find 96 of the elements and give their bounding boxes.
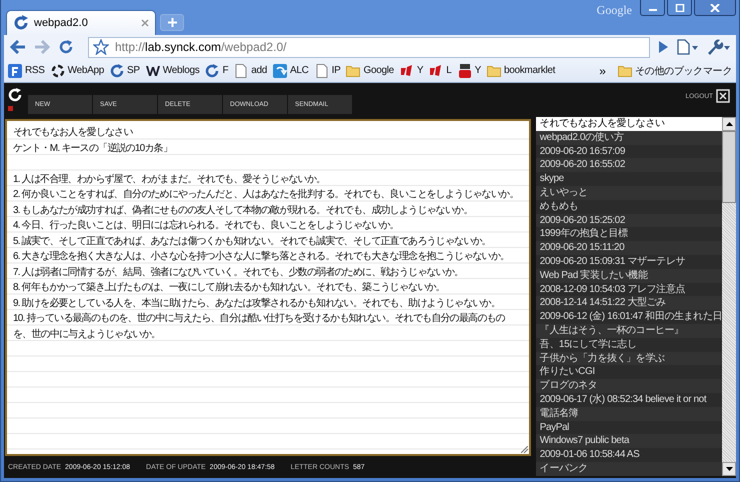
site-logo-icon xyxy=(429,64,444,78)
note-list-item[interactable]: それでもなお人を愛しなさい xyxy=(536,117,722,131)
arrow-square-icon xyxy=(273,64,288,78)
minimize-button[interactable] xyxy=(640,0,665,16)
folder-icon xyxy=(346,64,360,78)
bookmark-item[interactable]: IP xyxy=(314,64,340,78)
maximize-icon xyxy=(674,4,684,12)
note-list-item[interactable]: イーバンク xyxy=(536,462,722,476)
bookmark-item[interactable]: Google xyxy=(346,64,394,78)
note-list-item[interactable]: 2009-06-20 15:09:31 マザーテレサ xyxy=(536,254,722,269)
address-field[interactable]: http://lab.synck.com/webpad2.0/ xyxy=(88,36,650,58)
bookmark-item[interactable]: bookmarklet xyxy=(486,64,556,78)
text-line: 8. 何年もかかって築き上げたものは、一夜にして崩れ去るかも知れない。それでも、築こうじゃないか。 xyxy=(13,280,446,295)
note-list-item[interactable]: 2009-06-20 15:25:02 xyxy=(536,214,722,228)
note-list-item[interactable]: Windows7 public beta xyxy=(536,434,722,448)
text-line: ケント・M. キースの「逆説の10カ条」 xyxy=(13,142,174,156)
text-line: 4. 今日、行った良いことは、明日には忘れられる。それでも、良いことをしようじゃないか。 xyxy=(13,218,400,233)
note-list-item[interactable]: skype xyxy=(536,172,722,186)
scrollbar-thumb[interactable] xyxy=(722,131,736,203)
user-icon xyxy=(716,89,730,103)
text-line: 10. 持っている最高のものを、世の中に与えたら、自分は酷い仕打ちを受けるかも知れない。それでも自分の最高のものを、世の中に与えようじゃないか。 xyxy=(13,312,506,342)
note-list-item[interactable]: 2008-12-14 14:51:22 大型ごみ xyxy=(536,296,722,310)
note-list-item[interactable]: webpad2.0の使い方 xyxy=(536,130,722,145)
note-list-item[interactable]: 1999年の抱負と目標 xyxy=(536,227,722,242)
close-tab-icon[interactable] xyxy=(141,19,149,27)
scrollbar[interactable] xyxy=(722,117,736,476)
reload-icon xyxy=(205,64,220,78)
resize-grip-icon[interactable] xyxy=(520,446,528,453)
reload-icon xyxy=(110,64,124,78)
bookmark-item[interactable]: WebApp xyxy=(50,64,104,78)
note-list-item[interactable]: 電話名簿 xyxy=(536,406,722,421)
note-editor[interactable] xyxy=(5,119,531,456)
video-site-icon xyxy=(458,64,472,78)
note-list-item[interactable]: 吾、15にして学に志し xyxy=(536,338,722,352)
note-list-item[interactable]: 『人生はそう、一杯のコーヒー』 xyxy=(536,324,722,338)
text-line: それでもなお人を愛しなさい xyxy=(13,126,134,140)
folder-icon xyxy=(486,64,501,78)
feed-icon xyxy=(8,64,22,78)
note-list-item[interactable]: えいやっと xyxy=(536,186,722,200)
page-icon xyxy=(314,64,329,78)
close-icon xyxy=(710,4,720,12)
note-list-item[interactable]: 2009-06-20 16:55:02 xyxy=(536,158,722,172)
site-logo-icon xyxy=(400,64,414,78)
star-icon[interactable] xyxy=(93,39,109,55)
note-list-item[interactable]: 2009-06-20 16:57:09 xyxy=(536,144,722,158)
bookmark-item[interactable]: Y xyxy=(458,64,481,78)
note-list-item[interactable]: 作りたいCGI xyxy=(536,365,722,380)
note-list-item[interactable]: Web Pad 実装したい機能 xyxy=(536,268,722,283)
other-bookmarks-folder[interactable]: その他のブックマーク xyxy=(618,64,732,78)
browser-tab[interactable]: webpad2.0 xyxy=(6,10,156,35)
reload-icon[interactable] xyxy=(58,39,74,55)
bookmark-item[interactable]: Y xyxy=(400,64,424,78)
text-line: 6. 大きな理念を抱く大きな人は、小さな心を持つ小さな人に撃ち落とされる。それでも大きな理念を抱こうじゃないか。 xyxy=(13,250,510,264)
note-list-item[interactable]: PayPal xyxy=(536,420,722,434)
url-text: http://lab.synck.com/webpad2.0/ xyxy=(115,40,286,54)
status-icon xyxy=(8,106,13,111)
text-line: 9. 助けを必要としている人を、本当に助けたら、あなたは攻撃されるかも知れない。それでも、助けようじゃないか。 xyxy=(13,296,502,310)
bookmark-item[interactable]: RSS xyxy=(8,64,45,78)
page-favicon-icon xyxy=(13,15,29,31)
bookmark-item[interactable]: Weblogs xyxy=(146,64,200,78)
bookmark-item[interactable]: add xyxy=(234,64,268,78)
note-list-item[interactable]: めもめも xyxy=(536,200,722,214)
page-icon xyxy=(234,64,248,78)
text-line: 5. 誠実で、そして正直であれば、あなたは傷つくかも知れない。それでも誠実で、そして正直であろうじゃないか。 xyxy=(13,234,492,248)
app-logo-icon xyxy=(8,88,22,102)
letter-w-icon xyxy=(146,64,160,78)
back-icon[interactable] xyxy=(10,40,26,54)
go-icon[interactable] xyxy=(658,41,668,53)
text-line: 3. もしあなたが成功すれば、偽者にせものの友人そして本物の敵が現れる。それでも、成功しようじゃないか。 xyxy=(13,204,474,218)
bookmark-item[interactable]: F xyxy=(205,64,228,78)
note-list-item[interactable]: ブログのネタ xyxy=(536,379,722,393)
tab-title: webpad2.0 xyxy=(34,17,88,29)
scroll-up-icon[interactable] xyxy=(722,117,736,131)
browser-brand: Google xyxy=(596,3,632,18)
note-list-item[interactable]: 2009-01-06 10:58:44 AS xyxy=(536,448,722,462)
note-list-item[interactable]: 2008-12-09 10:54:03 アレフ注意点 xyxy=(536,282,722,296)
close-button[interactable] xyxy=(694,0,736,16)
wrench-icon[interactable] xyxy=(706,39,730,55)
plus-icon xyxy=(168,18,176,27)
note-list-item[interactable]: 2009-06-17 (水) 08:52:34 believe it or not xyxy=(536,392,722,407)
bookmark-item[interactable]: ALC xyxy=(273,64,309,78)
bookmarks-overflow-button[interactable]: » xyxy=(599,64,606,78)
bookmark-item[interactable]: SP xyxy=(110,64,140,78)
text-line: 2. 何か良いことをすれば、自分のためにやったんだと、人はあなたを批判する。それでも、良いことをしようじゃないか。 xyxy=(13,188,520,202)
new-tab-button[interactable] xyxy=(160,14,184,31)
scroll-down-icon[interactable] xyxy=(722,462,736,476)
bookmark-item[interactable]: L xyxy=(429,64,452,78)
text-line: 7. 人は弱者に同情するが、結局、強者になびいていく。それでも、少数の弱者のために、戦おうじゃないか。 xyxy=(13,266,464,280)
ring-icon xyxy=(50,64,65,78)
note-list-item[interactable]: 2009-06-20 15:11:20 xyxy=(536,241,722,255)
folder-icon xyxy=(618,64,632,78)
page-menu-icon[interactable] xyxy=(676,39,698,55)
note-list-item[interactable]: 2009-06-12 (金) 16:01:47 和田の生まれた日 xyxy=(536,310,722,324)
text-line: 1. 人は不合理、わからず屋で、わがままだ。それでも、愛そうじゃないか。 xyxy=(13,172,326,186)
maximize-button[interactable] xyxy=(667,0,692,16)
note-list-item[interactable]: 子供から「力を抜く」を学ぶ xyxy=(536,352,722,366)
